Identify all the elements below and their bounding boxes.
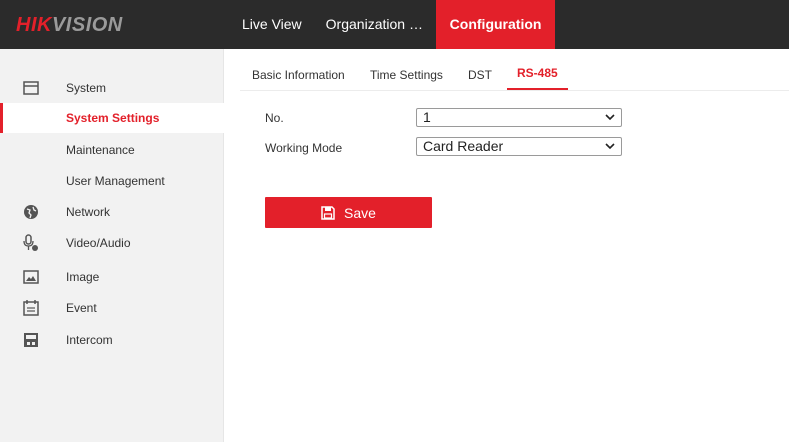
sidebar-item-video-audio[interactable]: Video/Audio (0, 228, 224, 258)
sidebar-item-user-management[interactable]: User Management (0, 166, 224, 196)
working-mode-label: Working Mode (265, 141, 343, 155)
image-icon (22, 268, 40, 286)
intercom-icon (22, 331, 40, 349)
system-icon (22, 79, 40, 97)
sidebar-item-label: Maintenance (66, 143, 135, 157)
video-audio-icon (22, 234, 40, 252)
no-label: No. (265, 111, 284, 125)
top-bar: HIKVISION Live View Organization Str… Co… (0, 0, 789, 49)
sidebar-item-image[interactable]: Image (0, 262, 224, 292)
tab-rs-485[interactable]: RS-485 (507, 60, 568, 90)
sidebar-item-label: System (66, 81, 107, 95)
nav-configuration[interactable]: Configuration (435, 0, 556, 49)
chevron-down-icon (605, 110, 615, 124)
working-mode-select[interactable]: Card Reader (416, 137, 622, 156)
save-button[interactable]: Save (265, 197, 432, 228)
logo-text-hik: HIK (16, 14, 52, 36)
sidebar-item-label: Network (66, 205, 111, 219)
sidebar-item-intercom[interactable]: Intercom (0, 325, 224, 355)
top-nav: Live View Organization Str… Configuratio… (230, 0, 556, 49)
sidebar-item-maintenance[interactable]: Maintenance (0, 135, 224, 165)
sidebar-item-network[interactable]: Network (0, 197, 224, 227)
sidebar-item-label: Event (66, 301, 97, 315)
save-icon (321, 205, 335, 220)
tab-dst[interactable]: DST (468, 60, 492, 90)
sidebar-item-system-settings[interactable]: System Settings (0, 103, 224, 133)
tab-basic-information[interactable]: Basic Information (252, 60, 345, 90)
nav-live-view[interactable]: Live View (230, 0, 314, 49)
network-icon (22, 203, 40, 221)
logo-text-vision: VISION (51, 14, 123, 36)
tab-divider (240, 90, 789, 91)
selected-indicator (0, 103, 3, 133)
no-select[interactable]: 1 (416, 108, 622, 127)
tab-time-settings[interactable]: Time Settings (370, 60, 443, 90)
sidebar-item-label: Image (66, 270, 100, 284)
no-select-value: 1 (423, 109, 431, 125)
event-icon (22, 299, 40, 317)
hikvision-logo: HIKVISION (16, 10, 123, 40)
sidebar-item-label: User Management (66, 174, 165, 188)
sidebar-item-label: Intercom (66, 333, 113, 347)
sidebar-item-label: Video/Audio (66, 236, 131, 250)
chevron-down-icon (605, 139, 615, 153)
working-mode-value: Card Reader (423, 138, 504, 154)
save-button-label: Save (344, 204, 376, 221)
sidebar-item-event[interactable]: Event (0, 293, 224, 323)
sidebar-item-label: System Settings (66, 111, 160, 125)
sidebar: System System Settings Maintenance User … (0, 49, 224, 442)
sidebar-item-system[interactable]: System (0, 73, 224, 103)
nav-organization-structure[interactable]: Organization Str… (314, 0, 436, 49)
